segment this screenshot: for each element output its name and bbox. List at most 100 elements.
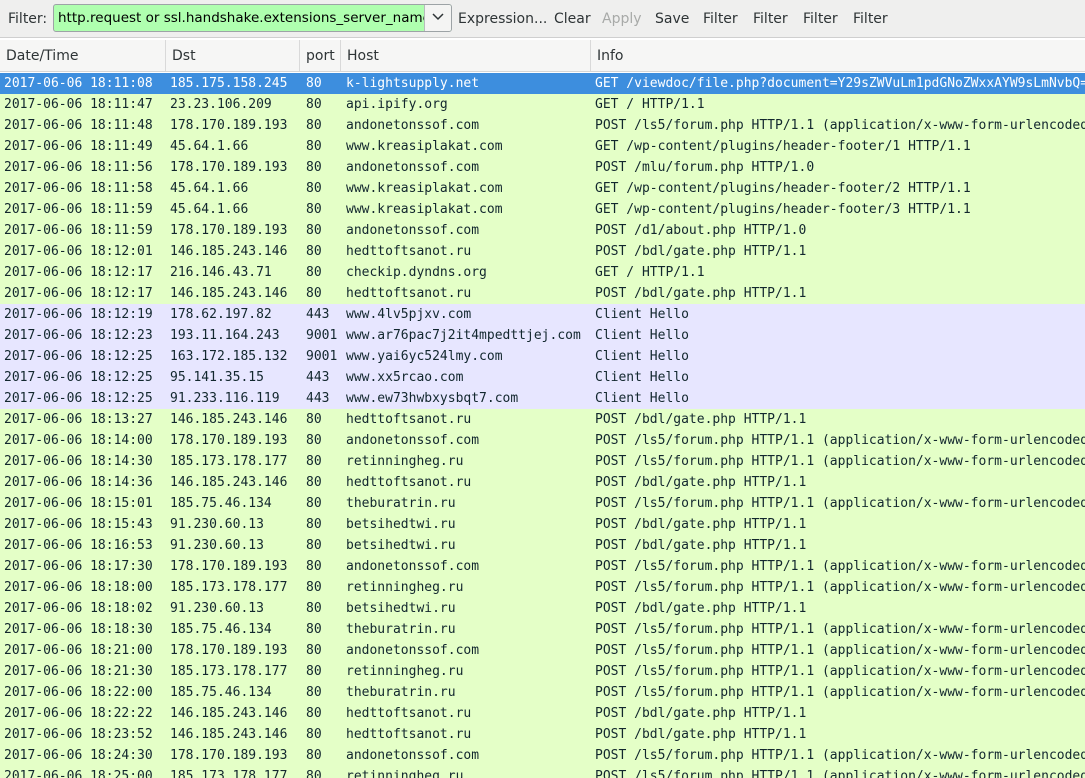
packet-destination: 185.175.158.245: [170, 76, 288, 91]
packet-destination: 91.233.116.119: [170, 391, 280, 406]
packet-row[interactable]: 2017-06-06 18:14:30 185.173.178.177 80 reti…: [0, 451, 1085, 472]
packet-info: POST /d1/about.php HTTP/1.0: [595, 223, 807, 238]
column-header-datetime[interactable]: Date/Time: [0, 40, 166, 71]
packet-time: 2017-06-06 18:12:25: [4, 391, 153, 406]
packet-destination: 146.185.243.146: [170, 706, 288, 721]
packet-time: 2017-06-06 18:18:30: [4, 622, 153, 637]
packet-row[interactable]: 2017-06-06 18:12:01 146.185.243.146 80 hedt…: [0, 241, 1085, 262]
packet-row[interactable]: 2017-06-06 18:11:56 178.170.189.193 80 ando…: [0, 157, 1085, 178]
packet-time: 2017-06-06 18:14:30: [4, 454, 153, 469]
packet-port: 80: [306, 433, 322, 448]
packet-port: 80: [306, 202, 322, 217]
clear-button[interactable]: Clear: [554, 11, 591, 27]
packet-host: andonetonssof.com: [346, 160, 480, 175]
packet-row[interactable]: 2017-06-06 18:11:58 45.64.1.66 80 www.kreas…: [0, 178, 1085, 199]
packet-row[interactable]: 2017-06-06 18:22:00 185.75.46.134 80 thebur…: [0, 682, 1085, 703]
packet-row[interactable]: 2017-06-06 18:17:30 178.170.189.193 80 ando…: [0, 556, 1085, 577]
packet-time: 2017-06-06 18:12:17: [4, 286, 153, 301]
packet-row[interactable]: 2017-06-06 18:22:22 146.185.243.146 80 hedt…: [0, 703, 1085, 724]
column-header-info[interactable]: Info: [591, 40, 1085, 71]
column-header-dst[interactable]: Dst: [166, 40, 300, 71]
packet-row[interactable]: 2017-06-06 18:12:23 193.11.164.243 9001 www…: [0, 325, 1085, 346]
save-button[interactable]: Save: [655, 11, 689, 27]
packet-port: 80: [306, 685, 322, 700]
packet-row[interactable]: 2017-06-06 18:18:02 91.230.60.13 80 betsihe…: [0, 598, 1085, 619]
packet-time: 2017-06-06 18:21:30: [4, 664, 153, 679]
packet-port: 80: [306, 475, 322, 490]
display-filter-combo[interactable]: [53, 4, 452, 32]
packet-row[interactable]: 2017-06-06 18:25:00 185.173.178.177 80 reti…: [0, 766, 1085, 778]
packet-destination: 91.230.60.13: [170, 601, 264, 616]
packet-row[interactable]: 2017-06-06 18:11:08 185.175.158.245 80 k-li…: [0, 73, 1085, 94]
packet-row[interactable]: 2017-06-06 18:12:25 91.233.116.119 443 www.…: [0, 388, 1085, 409]
packet-destination: 178.170.189.193: [170, 223, 288, 238]
packet-info: POST /bdl/gate.php HTTP/1.1: [595, 538, 807, 553]
packet-row[interactable]: 2017-06-06 18:11:49 45.64.1.66 80 www.kreas…: [0, 136, 1085, 157]
packet-row[interactable]: 2017-06-06 18:11:59 45.64.1.66 80 www.kreas…: [0, 199, 1085, 220]
column-header-port[interactable]: port: [300, 40, 341, 71]
packet-row[interactable]: 2017-06-06 18:18:00 185.173.178.177 80 reti…: [0, 577, 1085, 598]
filter-toolbar: Filter: Expression... Clear Apply Save F…: [0, 0, 1085, 38]
packet-list-header: Date/Time Dst port Host Info: [0, 40, 1085, 72]
filter-button-2[interactable]: Filter: [753, 11, 788, 27]
packet-info: POST /ls5/forum.php HTTP/1.1 (applicatio…: [595, 685, 1085, 700]
packet-port: 80: [306, 160, 322, 175]
packet-time: 2017-06-06 18:11:08: [4, 76, 153, 91]
filter-button-4[interactable]: Filter: [853, 11, 888, 27]
apply-button[interactable]: Apply: [602, 11, 642, 27]
packet-row[interactable]: 2017-06-06 18:16:53 91.230.60.13 80 betsihe…: [0, 535, 1085, 556]
column-header-host[interactable]: Host: [341, 40, 591, 71]
packet-host: hedttoftsanot.ru: [346, 475, 472, 490]
packet-row[interactable]: 2017-06-06 18:12:17 146.185.243.146 80 hedt…: [0, 283, 1085, 304]
packet-row[interactable]: 2017-06-06 18:15:01 185.75.46.134 80 thebur…: [0, 493, 1085, 514]
packet-host: andonetonssof.com: [346, 748, 480, 763]
packet-row[interactable]: 2017-06-06 18:12:17 216.146.43.71 80 checki…: [0, 262, 1085, 283]
packet-host: retinningheg.ru: [346, 769, 464, 778]
packet-row[interactable]: 2017-06-06 18:18:30 185.75.46.134 80 thebur…: [0, 619, 1085, 640]
packet-row[interactable]: 2017-06-06 18:12:25 163.172.185.132 9001 ww…: [0, 346, 1085, 367]
packet-row[interactable]: 2017-06-06 18:24:30 178.170.189.193 80 ando…: [0, 745, 1085, 766]
packet-destination: 146.185.243.146: [170, 727, 288, 742]
packet-destination: 146.185.243.146: [170, 412, 288, 427]
packet-row[interactable]: 2017-06-06 18:14:36 146.185.243.146 80 hedt…: [0, 472, 1085, 493]
packet-row[interactable]: 2017-06-06 18:14:00 178.170.189.193 80 ando…: [0, 430, 1085, 451]
packet-destination: 185.173.178.177: [170, 664, 288, 679]
filter-label: Filter:: [8, 11, 48, 27]
packet-destination: 178.170.189.193: [170, 118, 288, 133]
packet-port: 80: [306, 517, 322, 532]
packet-time: 2017-06-06 18:12:19: [4, 307, 153, 322]
packet-row[interactable]: 2017-06-06 18:21:00 178.170.189.193 80 ando…: [0, 640, 1085, 661]
packet-list[interactable]: 2017-06-06 18:11:08 185.175.158.245 80 k-li…: [0, 73, 1085, 778]
packet-row[interactable]: 2017-06-06 18:11:47 23.23.106.209 80 api.ip…: [0, 94, 1085, 115]
packet-row[interactable]: 2017-06-06 18:15:43 91.230.60.13 80 betsihe…: [0, 514, 1085, 535]
packet-info: POST /ls5/forum.php HTTP/1.1 (applicatio…: [595, 622, 1085, 637]
packet-row[interactable]: 2017-06-06 18:11:59 178.170.189.193 80 ando…: [0, 220, 1085, 241]
expression-button[interactable]: Expression...: [458, 11, 547, 27]
packet-info: Client Hello: [595, 391, 689, 406]
packet-port: 80: [306, 454, 322, 469]
filter-button-3[interactable]: Filter: [803, 11, 838, 27]
packet-row[interactable]: 2017-06-06 18:21:30 185.173.178.177 80 reti…: [0, 661, 1085, 682]
packet-row[interactable]: 2017-06-06 18:12:19 178.62.197.82 443 www.4…: [0, 304, 1085, 325]
packet-row[interactable]: 2017-06-06 18:12:25 95.141.35.15 443 www.xx…: [0, 367, 1085, 388]
packet-info: GET /wp-content/plugins/header-footer/3 …: [595, 202, 971, 217]
filter-button-1[interactable]: Filter: [703, 11, 738, 27]
packet-row[interactable]: 2017-06-06 18:23:52 146.185.243.146 80 hedt…: [0, 724, 1085, 745]
packet-time: 2017-06-06 18:12:23: [4, 328, 153, 343]
packet-destination: 185.173.178.177: [170, 454, 288, 469]
packet-time: 2017-06-06 18:11:59: [4, 223, 153, 238]
packet-host: andonetonssof.com: [346, 433, 480, 448]
packet-port: 80: [306, 181, 322, 196]
packet-info: Client Hello: [595, 307, 689, 322]
packet-row[interactable]: 2017-06-06 18:11:48 178.170.189.193 80 ando…: [0, 115, 1085, 136]
packet-time: 2017-06-06 18:11:58: [4, 181, 153, 196]
packet-port: 80: [306, 559, 322, 574]
filter-dropdown-button[interactable]: [424, 5, 451, 31]
packet-row[interactable]: 2017-06-06 18:13:27 146.185.243.146 80 hedt…: [0, 409, 1085, 430]
display-filter-input[interactable]: [54, 5, 424, 31]
packet-time: 2017-06-06 18:12:17: [4, 265, 153, 280]
packet-host: retinningheg.ru: [346, 664, 464, 679]
packet-port: 80: [306, 76, 322, 91]
packet-port: 80: [306, 664, 322, 679]
packet-port: 443: [306, 370, 330, 385]
